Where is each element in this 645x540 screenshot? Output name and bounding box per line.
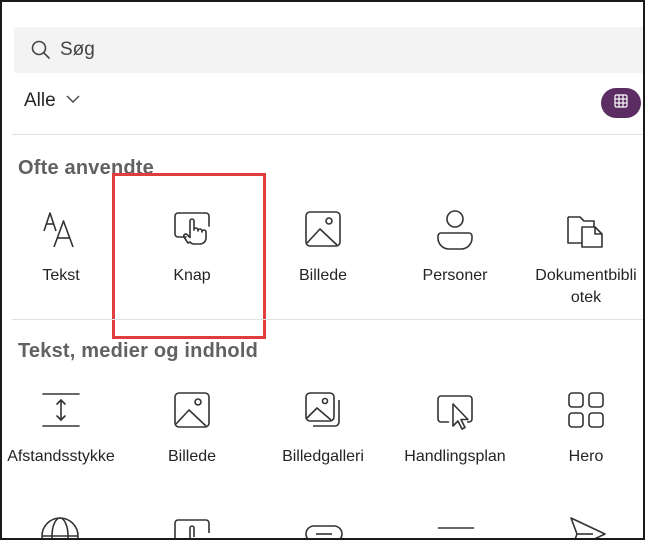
tile-partial-divider[interactable] <box>434 514 478 538</box>
tile-label: Knap <box>173 267 211 284</box>
tile-people[interactable]: Personer <box>390 207 520 287</box>
tile-label: Personer <box>422 267 488 284</box>
category-filter-value: Alle <box>24 90 56 111</box>
tile-label: Afstandsstykke <box>7 448 115 465</box>
tile-hero[interactable]: Hero <box>521 388 643 468</box>
tile-label: Billedgalleri <box>282 448 364 465</box>
tile-image[interactable]: Billede <box>127 388 257 468</box>
image-icon <box>127 388 257 432</box>
chevron-down-icon <box>66 88 80 110</box>
image-gallery-icon <box>258 388 388 432</box>
tile-partial-send[interactable] <box>565 514 609 538</box>
tile-partial-link[interactable] <box>302 514 346 538</box>
call-to-action-icon <box>390 388 520 432</box>
tile-image-gallery[interactable]: Billedgalleri <box>258 388 388 468</box>
search-icon <box>30 39 52 66</box>
tile-document-library[interactable]: Dokumentbibli otek <box>521 207 643 309</box>
section-title-frequent: Ofte anvendte <box>18 157 154 179</box>
tile-label: Billede <box>167 448 217 465</box>
section-title-text-media: Tekst, medier og indhold <box>18 340 259 362</box>
image-icon <box>258 207 388 251</box>
tile-spacer[interactable]: Afstandsstykke <box>2 388 126 468</box>
tile-label: Billede <box>298 267 348 284</box>
tile-label: Dokumentbibli otek <box>535 267 637 306</box>
tile-text[interactable]: Tekst <box>2 207 126 287</box>
button-icon <box>127 207 257 251</box>
tile-image[interactable]: Billede <box>258 207 388 287</box>
tile-label: Hero <box>568 448 604 465</box>
grid-icon <box>614 93 628 113</box>
divider <box>12 134 643 135</box>
tile-call-to-action[interactable]: Handlingsplan <box>390 388 520 468</box>
search-box[interactable] <box>14 27 643 73</box>
tile-button[interactable]: Knap <box>127 207 257 287</box>
people-icon <box>390 207 520 251</box>
divider <box>12 319 643 320</box>
tile-partial-button[interactable] <box>170 514 214 538</box>
hero-icon <box>521 388 643 432</box>
web-part-picker: Alle Ofte anvendte Tekst Knap <box>0 0 645 540</box>
tile-label: Handlingsplan <box>404 448 506 465</box>
category-filter-dropdown[interactable]: Alle <box>24 90 80 112</box>
document-library-icon <box>521 207 643 251</box>
tile-partial-globe[interactable] <box>38 514 82 538</box>
search-input[interactable] <box>60 37 460 63</box>
grid-view-button[interactable] <box>601 88 641 118</box>
tile-label: Tekst <box>42 267 80 284</box>
text-icon <box>2 207 126 251</box>
spacer-icon <box>2 388 126 432</box>
